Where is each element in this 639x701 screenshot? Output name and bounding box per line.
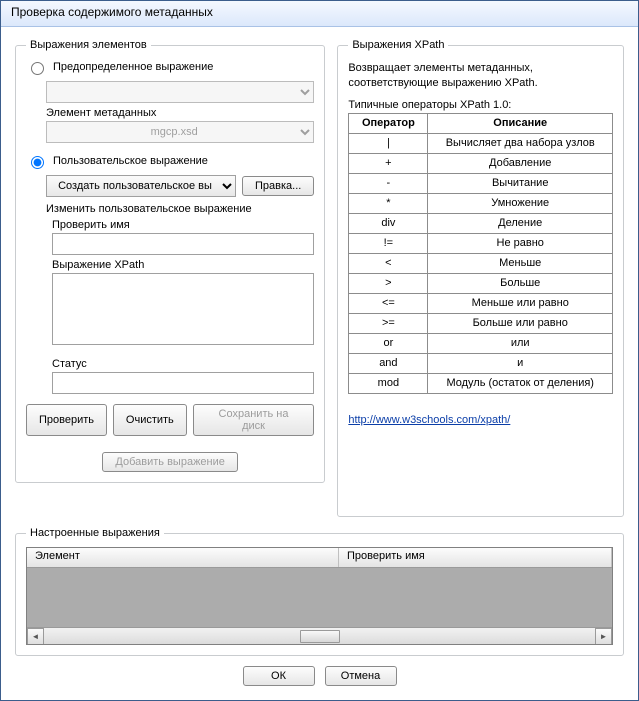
table-row: >Больше [349, 273, 613, 293]
horizontal-scrollbar[interactable]: ◄ ► [27, 627, 612, 644]
modify-custom-label: Изменить пользовательское выражение [46, 203, 314, 215]
xpath-expressions-legend: Выражения XPath [348, 39, 448, 51]
op-cell: | [349, 133, 428, 153]
scroll-thumb[interactable] [300, 630, 340, 643]
desc-cell: Умножение [428, 193, 613, 213]
check-name-label: Проверить имя [52, 219, 314, 231]
table-row: |Вычисляет два набора узлов [349, 133, 613, 153]
op-cell: and [349, 353, 428, 373]
op-cell: >= [349, 313, 428, 333]
predefined-dropdown [46, 81, 314, 103]
status-input[interactable] [52, 372, 314, 394]
status-label: Статус [52, 358, 314, 370]
desc-cell: Меньше [428, 253, 613, 273]
configured-grid[interactable]: Элемент Проверить имя ◄ ► [26, 547, 613, 645]
table-row: >=Больше или равно [349, 313, 613, 333]
op-cell: != [349, 233, 428, 253]
desc-cell: Добавление [428, 153, 613, 173]
op-cell: > [349, 273, 428, 293]
table-row: +Добавление [349, 153, 613, 173]
radio-custom-label[interactable]: Пользовательское выражение [53, 155, 208, 167]
desc-cell: Вычитание [428, 173, 613, 193]
check-name-input[interactable] [52, 233, 314, 255]
radio-predefined[interactable] [31, 62, 44, 75]
footer-buttons: ОК Отмена [15, 666, 624, 686]
grid-col-checkname[interactable]: Проверить имя [339, 548, 612, 567]
xpath-expr-label: Выражение XPath [52, 259, 314, 271]
configured-expressions-legend: Настроенные выражения [26, 527, 164, 539]
cancel-button[interactable]: Отмена [325, 666, 397, 686]
window-title: Проверка содержимого метаданных [11, 5, 213, 19]
op-cell: mod [349, 373, 428, 393]
ops-header-op: Оператор [349, 113, 428, 133]
op-cell: - [349, 173, 428, 193]
metadata-element-label: Элемент метаданных [46, 107, 314, 119]
op-cell: + [349, 153, 428, 173]
desc-cell: Модуль (остаток от деления) [428, 373, 613, 393]
metadata-element-dropdown: mgcp.xsd [46, 121, 314, 143]
desc-cell: Вычисляет два набора узлов [428, 133, 613, 153]
element-expressions-legend: Выражения элементов [26, 39, 151, 51]
grid-header: Элемент Проверить имя [27, 548, 612, 568]
xpath-expr-textarea[interactable] [52, 273, 314, 345]
check-button[interactable]: Проверить [26, 404, 107, 436]
table-row: *Умножение [349, 193, 613, 213]
custom-expr-dropdown[interactable]: Создать пользовательское вы [46, 175, 236, 197]
op-cell: * [349, 193, 428, 213]
op-cell: div [349, 213, 428, 233]
xpath-expressions-group: Выражения XPath Возвращает элементы мета… [337, 39, 624, 517]
radio-predefined-label[interactable]: Предопределенное выражение [53, 61, 213, 73]
ok-button[interactable]: ОК [243, 666, 315, 686]
desc-cell: Не равно [428, 233, 613, 253]
radio-custom[interactable] [31, 156, 44, 169]
dialog-window: Проверка содержимого метаданных Выражени… [0, 0, 639, 701]
ops-header-desc: Описание [428, 113, 613, 133]
element-expressions-group: Выражения элементов Предопределенное выр… [15, 39, 325, 483]
desc-cell: и [428, 353, 613, 373]
client-area: Выражения элементов Предопределенное выр… [1, 27, 638, 700]
table-row: !=Не равно [349, 233, 613, 253]
desc-cell: Меньше или равно [428, 293, 613, 313]
xpath-desc: Возвращает элементы метаданных, соответс… [348, 61, 613, 91]
table-row: <Меньше [349, 253, 613, 273]
table-row: -Вычитание [349, 173, 613, 193]
add-expression-button: Добавить выражение [102, 452, 237, 472]
titlebar[interactable]: Проверка содержимого метаданных [1, 1, 638, 27]
ops-caption: Типичные операторы XPath 1.0: [348, 99, 613, 111]
desc-cell: Деление [428, 213, 613, 233]
op-cell: or [349, 333, 428, 353]
table-row: orили [349, 333, 613, 353]
desc-cell: или [428, 333, 613, 353]
table-row: divДеление [349, 213, 613, 233]
table-row: andи [349, 353, 613, 373]
table-row: <=Меньше или равно [349, 293, 613, 313]
desc-cell: Больше или равно [428, 313, 613, 333]
xpath-link[interactable]: http://www.w3schools.com/xpath/ [348, 414, 510, 426]
grid-col-element[interactable]: Элемент [27, 548, 339, 567]
scroll-right-icon[interactable]: ► [595, 628, 612, 645]
edit-button[interactable]: Правка... [242, 176, 314, 196]
clear-button[interactable]: Очистить [113, 404, 187, 436]
desc-cell: Больше [428, 273, 613, 293]
save-disk-button: Сохранить на диск [193, 404, 315, 436]
scroll-left-icon[interactable]: ◄ [27, 628, 44, 645]
table-row: modМодуль (остаток от деления) [349, 373, 613, 393]
configured-expressions-group: Настроенные выражения Элемент Проверить … [15, 527, 624, 656]
op-cell: < [349, 253, 428, 273]
op-cell: <= [349, 293, 428, 313]
xpath-operators-table: Оператор Описание |Вычисляет два набора … [348, 113, 613, 394]
